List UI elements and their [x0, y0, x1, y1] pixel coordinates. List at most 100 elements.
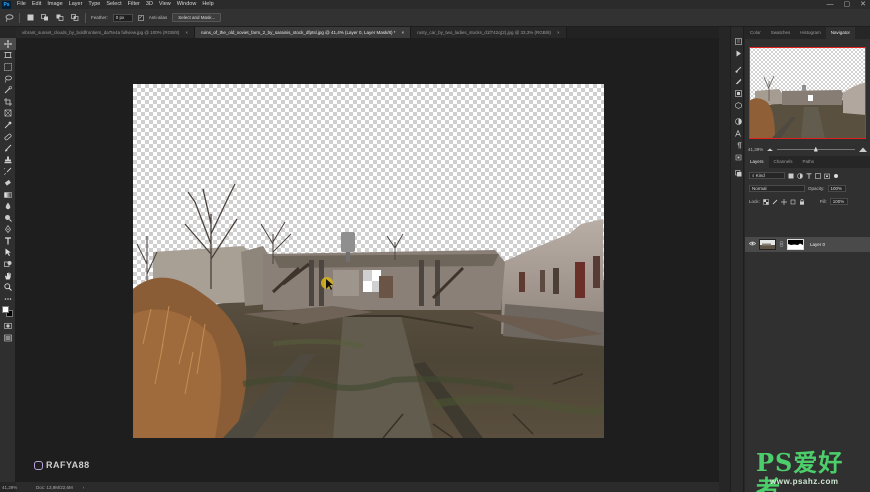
tab-histogram[interactable]: Histogram [795, 27, 826, 39]
properties-icon[interactable] [731, 99, 745, 111]
lock-all-icon[interactable] [799, 198, 805, 205]
menu-3d[interactable]: 3D [143, 0, 156, 9]
lock-artboard-icon[interactable] [790, 199, 796, 205]
tab-channels[interactable]: Channels [769, 156, 798, 168]
filter-toggle-icon[interactable] [833, 173, 839, 179]
quick-mask-icon[interactable] [0, 321, 16, 333]
fill-input[interactable]: 100% [829, 198, 848, 205]
zoom-in-icon[interactable] [859, 147, 867, 152]
blend-mode-select[interactable]: Normal [749, 185, 805, 192]
tab-close-icon[interactable]: × [557, 27, 560, 38]
tab-swatches[interactable]: Swatches [766, 27, 796, 39]
adjustments-icon[interactable] [731, 115, 745, 127]
filter-pixel-icon[interactable] [788, 173, 794, 179]
lock-position-icon[interactable] [780, 198, 787, 205]
add-selection-icon[interactable] [40, 13, 50, 23]
opacity-input[interactable]: 100% [827, 185, 846, 192]
screen-mode-icon[interactable] [0, 332, 16, 344]
filter-adjustment-icon[interactable] [797, 172, 803, 179]
navigator-view-box[interactable] [749, 47, 866, 139]
navigator-zoom-slider[interactable] [777, 146, 855, 152]
lock-transparent-icon[interactable] [763, 198, 769, 205]
character-icon[interactable] [731, 127, 745, 139]
layer-name[interactable]: Layer 0 [810, 242, 825, 247]
healing-icon[interactable] [0, 131, 16, 143]
tab-close-icon[interactable]: × [402, 27, 405, 38]
subtract-selection-icon[interactable] [55, 13, 65, 23]
layer-row[interactable]: Layer 0 [745, 237, 870, 252]
new-selection-icon[interactable] [25, 13, 35, 23]
hand-icon[interactable] [0, 270, 16, 282]
paragraph-icon[interactable] [731, 139, 745, 151]
menu-edit[interactable]: Edit [29, 0, 44, 9]
layer-mask-thumbnail[interactable] [787, 239, 804, 250]
visibility-eye-icon[interactable] [748, 241, 757, 248]
kind-filter-select[interactable]: ⌕ Kind [749, 172, 785, 179]
clone-source-icon[interactable] [731, 87, 745, 99]
lasso-icon[interactable] [0, 73, 16, 85]
filter-shape-icon[interactable] [815, 172, 821, 179]
menu-help[interactable]: Help [199, 0, 216, 9]
layer-thumbnail[interactable] [759, 239, 776, 250]
eraser-icon[interactable] [0, 177, 16, 189]
tab-paths[interactable]: Paths [798, 156, 820, 168]
gradient-icon[interactable] [0, 189, 16, 201]
tab-layers[interactable]: Layers [745, 156, 769, 168]
history-panel-icon[interactable] [731, 35, 745, 47]
menu-window[interactable]: Window [174, 0, 200, 9]
type-icon[interactable] [0, 235, 16, 247]
actions-play-icon[interactable] [731, 47, 745, 59]
filter-type-icon[interactable] [806, 172, 812, 179]
quick-select-icon[interactable] [0, 84, 16, 96]
intersect-selection-icon[interactable] [70, 13, 80, 23]
menu-layer[interactable]: Layer [66, 0, 86, 9]
document-tab-active[interactable]: ruins_of_the_old_soviet_farm_2_by_sarain… [195, 27, 412, 38]
menu-image[interactable]: Image [44, 0, 65, 9]
menu-type[interactable]: Type [85, 0, 103, 9]
shape-icon[interactable] [0, 258, 16, 270]
history-brush-icon[interactable] [0, 166, 16, 178]
close-icon[interactable]: ✕ [860, 0, 866, 9]
menu-file[interactable]: File [14, 0, 29, 9]
blur-icon[interactable] [0, 200, 16, 212]
anti-alias-checkbox[interactable]: ✓ [137, 14, 144, 21]
navigator-thumbnail[interactable] [749, 47, 866, 139]
stamp-icon[interactable] [0, 154, 16, 166]
document-canvas[interactable] [133, 84, 604, 438]
menu-select[interactable]: Select [103, 0, 124, 9]
marquee-icon[interactable] [0, 61, 16, 73]
foreground-color-swatch[interactable] [2, 305, 9, 313]
zoom-out-icon[interactable] [767, 147, 774, 151]
tab-color[interactable]: Color [745, 27, 766, 39]
menu-filter[interactable]: Filter [125, 0, 143, 9]
crop-icon[interactable] [0, 96, 16, 108]
status-zoom[interactable]: 41,39% [2, 485, 17, 490]
filter-smart-object-icon[interactable] [824, 173, 830, 179]
navigator-zoom-value[interactable]: 41,39% [748, 147, 763, 152]
menu-view[interactable]: View [156, 0, 174, 9]
more-icon[interactable] [0, 293, 16, 305]
layer-comps-icon[interactable] [731, 167, 745, 179]
pen-icon[interactable] [0, 224, 16, 236]
minimize-icon[interactable]: — [827, 0, 834, 9]
brush-settings-icon[interactable] [731, 63, 745, 75]
move-icon[interactable] [0, 38, 16, 50]
tab-navigator[interactable]: Navigator [825, 27, 856, 39]
feather-input[interactable]: 0 px [112, 13, 133, 22]
color-swatches[interactable] [0, 305, 15, 321]
zoom-slider-knob[interactable] [813, 146, 818, 152]
path-select-icon[interactable] [0, 247, 16, 259]
maximize-icon[interactable]: ▢ [844, 0, 851, 9]
lock-pixels-icon[interactable] [772, 199, 778, 205]
brush-icon[interactable] [0, 142, 16, 154]
mask-link-icon[interactable] [779, 240, 784, 249]
zoom-icon[interactable] [0, 281, 16, 293]
artboard-icon[interactable] [0, 50, 16, 62]
lasso-tool-preset-icon[interactable] [4, 13, 14, 23]
dodge-icon[interactable] [0, 212, 16, 224]
select-and-mask-button[interactable]: Select and Mask... [172, 13, 222, 22]
status-arrow-icon[interactable]: › [83, 485, 85, 490]
brushes-icon[interactable] [731, 75, 745, 87]
document-tab[interactable]: rusty_car_by_two_ladies_stocks_d1f742q(2… [411, 27, 567, 38]
tab-close-icon[interactable]: × [185, 27, 188, 38]
